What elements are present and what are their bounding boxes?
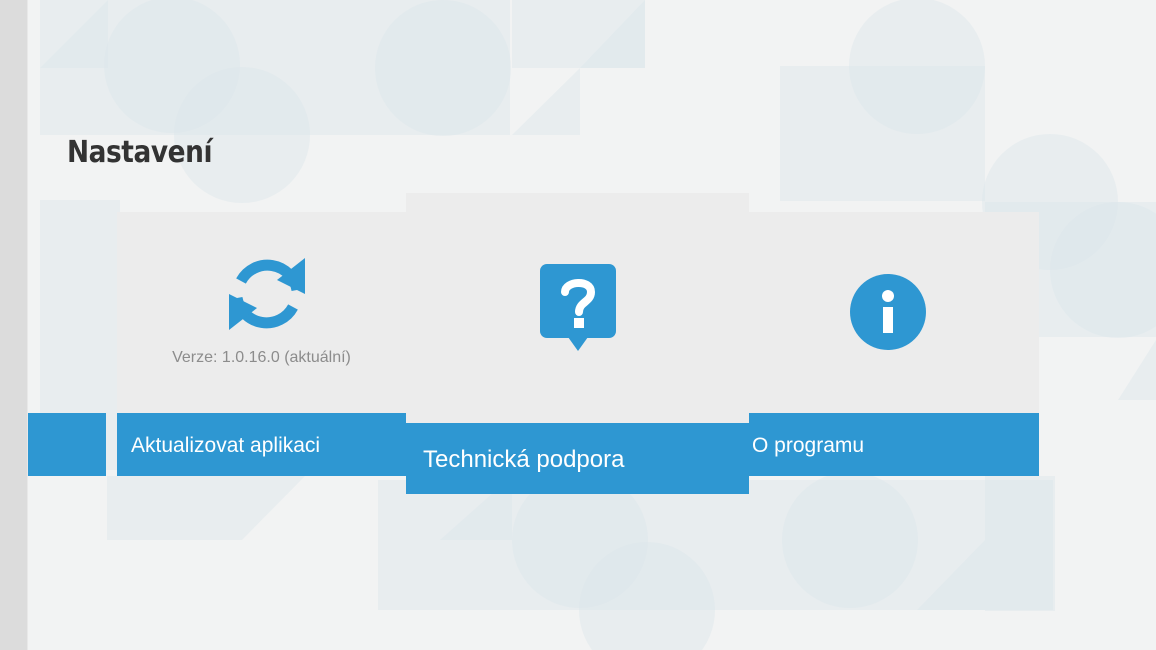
refresh-icon [229,258,305,330]
update-app-label: Aktualizovat aplikaci [131,434,321,457]
accent-strip [28,413,106,476]
page-title: Nastavení [67,135,213,170]
help-bubble-icon [540,264,616,351]
left-rail [0,0,28,650]
settings-screen: Nastavení Verze: 1.0.16.0 (aktuální) Akt… [0,0,1156,650]
info-icon [850,274,926,350]
technical-support-tile[interactable]: Technická podpora [406,193,749,494]
update-app-tile[interactable]: Verze: 1.0.16.0 (aktuální) Aktualizovat … [117,212,406,476]
version-text: Verze: 1.0.16.0 (aktuální) [172,349,351,366]
about-program-label: O programu [752,434,865,457]
about-program-tile[interactable]: O programu [749,212,1039,476]
technical-support-label: Technická podpora [423,446,625,473]
